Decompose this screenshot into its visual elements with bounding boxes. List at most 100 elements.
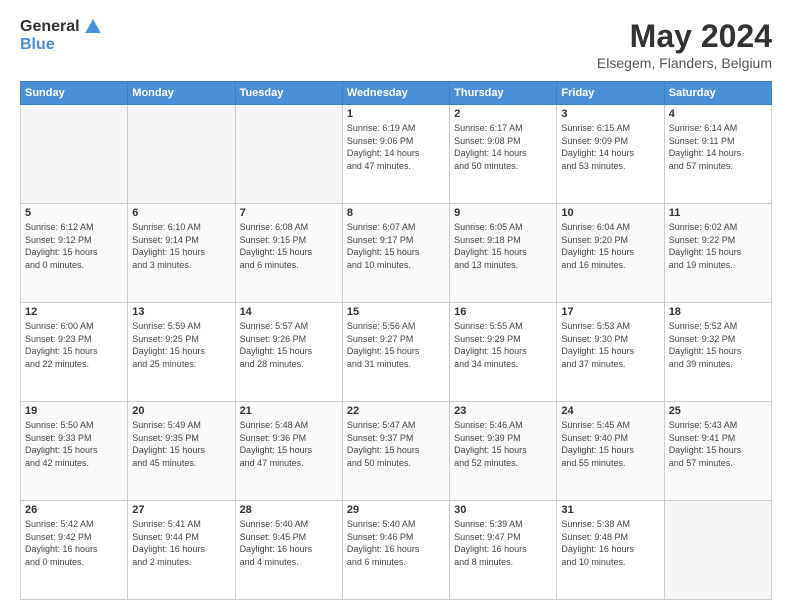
header: General Blue May 2024 Elsegem, Flanders,… <box>20 18 772 71</box>
day-number: 28 <box>240 504 338 516</box>
day-number: 8 <box>347 207 445 219</box>
day-cell <box>21 105 128 204</box>
day-info: Sunrise: 6:10 AM Sunset: 9:14 PM Dayligh… <box>132 221 230 271</box>
day-number: 20 <box>132 405 230 417</box>
day-number: 1 <box>347 108 445 120</box>
day-number: 30 <box>454 504 552 516</box>
day-number: 15 <box>347 306 445 318</box>
day-cell: 28 Sunrise: 5:40 AM Sunset: 9:45 PM Dayli… <box>235 501 342 600</box>
day-cell: 7 Sunrise: 6:08 AM Sunset: 9:15 PM Daylig… <box>235 204 342 303</box>
day-info: Sunrise: 5:57 AM Sunset: 9:26 PM Dayligh… <box>240 320 338 370</box>
day-info: Sunrise: 5:42 AM Sunset: 9:42 PM Dayligh… <box>25 518 123 568</box>
day-cell: 3 Sunrise: 6:15 AM Sunset: 9:09 PM Daylig… <box>557 105 664 204</box>
day-cell: 12 Sunrise: 6:00 AM Sunset: 9:23 PM Dayli… <box>21 303 128 402</box>
day-number: 11 <box>669 207 767 219</box>
day-number: 14 <box>240 306 338 318</box>
day-info: Sunrise: 6:19 AM Sunset: 9:06 PM Dayligh… <box>347 122 445 172</box>
day-cell: 9 Sunrise: 6:05 AM Sunset: 9:18 PM Daylig… <box>450 204 557 303</box>
day-number: 3 <box>561 108 659 120</box>
day-cell: 21 Sunrise: 5:48 AM Sunset: 9:36 PM Dayli… <box>235 402 342 501</box>
day-cell: 5 Sunrise: 6:12 AM Sunset: 9:12 PM Daylig… <box>21 204 128 303</box>
day-info: Sunrise: 6:17 AM Sunset: 9:08 PM Dayligh… <box>454 122 552 172</box>
logo: General Blue <box>20 18 101 53</box>
day-number: 31 <box>561 504 659 516</box>
day-cell <box>128 105 235 204</box>
day-info: Sunrise: 5:55 AM Sunset: 9:29 PM Dayligh… <box>454 320 552 370</box>
calendar-subtitle: Elsegem, Flanders, Belgium <box>597 55 772 71</box>
day-info: Sunrise: 6:15 AM Sunset: 9:09 PM Dayligh… <box>561 122 659 172</box>
col-header-friday: Friday <box>557 82 664 105</box>
col-header-thursday: Thursday <box>450 82 557 105</box>
day-cell: 31 Sunrise: 5:38 AM Sunset: 9:48 PM Dayli… <box>557 501 664 600</box>
day-info: Sunrise: 5:52 AM Sunset: 9:32 PM Dayligh… <box>669 320 767 370</box>
day-cell: 8Sunrise: 6:07 AM Sunset: 9:17 PM Daylig… <box>342 204 449 303</box>
day-info: Sunrise: 5:38 AM Sunset: 9:48 PM Dayligh… <box>561 518 659 568</box>
day-info: Sunrise: 6:02 AM Sunset: 9:22 PM Dayligh… <box>669 221 767 271</box>
day-number: 17 <box>561 306 659 318</box>
day-number: 6 <box>132 207 230 219</box>
day-cell: 13 Sunrise: 5:59 AM Sunset: 9:25 PM Dayli… <box>128 303 235 402</box>
title-block: May 2024 Elsegem, Flanders, Belgium <box>597 18 772 71</box>
day-info: Sunrise: 6:05 AM Sunset: 9:18 PM Dayligh… <box>454 221 552 271</box>
day-number: 9 <box>454 207 552 219</box>
day-number: 22 <box>347 405 445 417</box>
day-cell: 10 Sunrise: 6:04 AM Sunset: 9:20 PM Dayli… <box>557 204 664 303</box>
day-cell: 25Sunrise: 5:43 AM Sunset: 9:41 PM Dayli… <box>664 402 771 501</box>
day-cell <box>235 105 342 204</box>
day-info: Sunrise: 5:48 AM Sunset: 9:36 PM Dayligh… <box>240 419 338 469</box>
day-number: 4 <box>669 108 767 120</box>
day-info: Sunrise: 5:40 AM Sunset: 9:45 PM Dayligh… <box>240 518 338 568</box>
day-number: 5 <box>25 207 123 219</box>
day-info: Sunrise: 6:04 AM Sunset: 9:20 PM Dayligh… <box>561 221 659 271</box>
day-info: Sunrise: 5:39 AM Sunset: 9:47 PM Dayligh… <box>454 518 552 568</box>
day-number: 23 <box>454 405 552 417</box>
week-row-3: 12 Sunrise: 6:00 AM Sunset: 9:23 PM Dayli… <box>21 303 772 402</box>
day-cell: 20 Sunrise: 5:49 AM Sunset: 9:35 PM Dayli… <box>128 402 235 501</box>
day-number: 27 <box>132 504 230 516</box>
day-info: Sunrise: 5:45 AM Sunset: 9:40 PM Dayligh… <box>561 419 659 469</box>
day-info: Sunrise: 6:08 AM Sunset: 9:15 PM Dayligh… <box>240 221 338 271</box>
day-cell: 17Sunrise: 5:53 AM Sunset: 9:30 PM Dayli… <box>557 303 664 402</box>
col-header-saturday: Saturday <box>664 82 771 105</box>
day-number: 10 <box>561 207 659 219</box>
day-info: Sunrise: 5:59 AM Sunset: 9:25 PM Dayligh… <box>132 320 230 370</box>
week-row-2: 5 Sunrise: 6:12 AM Sunset: 9:12 PM Daylig… <box>21 204 772 303</box>
day-number: 13 <box>132 306 230 318</box>
col-header-wednesday: Wednesday <box>342 82 449 105</box>
day-number: 26 <box>25 504 123 516</box>
day-number: 2 <box>454 108 552 120</box>
day-info: Sunrise: 5:46 AM Sunset: 9:39 PM Dayligh… <box>454 419 552 469</box>
day-cell: 16 Sunrise: 5:55 AM Sunset: 9:29 PM Dayli… <box>450 303 557 402</box>
day-cell: 14 Sunrise: 5:57 AM Sunset: 9:26 PM Dayli… <box>235 303 342 402</box>
day-number: 21 <box>240 405 338 417</box>
day-number: 12 <box>25 306 123 318</box>
day-number: 24 <box>561 405 659 417</box>
day-info: Sunrise: 5:56 AM Sunset: 9:27 PM Dayligh… <box>347 320 445 370</box>
day-cell: 29 Sunrise: 5:40 AM Sunset: 9:46 PM Dayli… <box>342 501 449 600</box>
day-cell <box>664 501 771 600</box>
day-cell: 23 Sunrise: 5:46 AM Sunset: 9:39 PM Dayli… <box>450 402 557 501</box>
day-info: Sunrise: 5:40 AM Sunset: 9:46 PM Dayligh… <box>347 518 445 568</box>
day-cell: 27 Sunrise: 5:41 AM Sunset: 9:44 PM Dayli… <box>128 501 235 600</box>
day-info: Sunrise: 6:14 AM Sunset: 9:11 PM Dayligh… <box>669 122 767 172</box>
day-cell: 30 Sunrise: 5:39 AM Sunset: 9:47 PM Dayli… <box>450 501 557 600</box>
day-cell: 11 Sunrise: 6:02 AM Sunset: 9:22 PM Dayli… <box>664 204 771 303</box>
day-number: 29 <box>347 504 445 516</box>
day-number: 18 <box>669 306 767 318</box>
day-number: 16 <box>454 306 552 318</box>
day-number: 7 <box>240 207 338 219</box>
col-header-tuesday: Tuesday <box>235 82 342 105</box>
day-info: Sunrise: 5:49 AM Sunset: 9:35 PM Dayligh… <box>132 419 230 469</box>
day-info: Sunrise: 5:41 AM Sunset: 9:44 PM Dayligh… <box>132 518 230 568</box>
calendar-title: May 2024 <box>597 18 772 55</box>
day-info: Sunrise: 6:00 AM Sunset: 9:23 PM Dayligh… <box>25 320 123 370</box>
col-header-monday: Monday <box>128 82 235 105</box>
day-cell: 4 Sunrise: 6:14 AM Sunset: 9:11 PM Daylig… <box>664 105 771 204</box>
day-cell: 2 Sunrise: 6:17 AM Sunset: 9:08 PM Daylig… <box>450 105 557 204</box>
day-number: 19 <box>25 405 123 417</box>
week-row-4: 19 Sunrise: 5:50 AM Sunset: 9:33 PM Dayli… <box>21 402 772 501</box>
day-info: Sunrise: 5:50 AM Sunset: 9:33 PM Dayligh… <box>25 419 123 469</box>
day-info: Sunrise: 6:12 AM Sunset: 9:12 PM Dayligh… <box>25 221 123 271</box>
day-cell: 1 Sunrise: 6:19 AM Sunset: 9:06 PM Daylig… <box>342 105 449 204</box>
day-cell: 24 Sunrise: 5:45 AM Sunset: 9:40 PM Dayli… <box>557 402 664 501</box>
